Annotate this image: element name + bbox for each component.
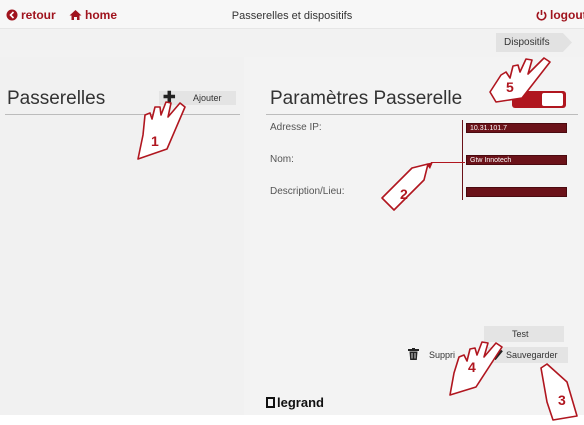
trash-icon bbox=[408, 348, 419, 360]
ip-label: Adresse IP: bbox=[270, 122, 322, 133]
power-icon bbox=[536, 9, 547, 21]
divider bbox=[5, 114, 240, 115]
name-label: Nom: bbox=[270, 154, 294, 165]
brand-label: legrand bbox=[277, 395, 324, 410]
pointer-hand-icon bbox=[133, 97, 191, 162]
logout-link[interactable]: logout bbox=[536, 8, 584, 22]
name-field[interactable]: Gtw Innotech bbox=[466, 155, 567, 165]
logout-label: logout bbox=[550, 8, 584, 22]
ip-field[interactable]: 10.31.101.7 bbox=[466, 123, 567, 133]
gateways-title: Passerelles bbox=[7, 88, 106, 109]
save-label: Sauvegarder bbox=[506, 350, 558, 360]
gateways-panel: Passerelles ✚ Ajouter bbox=[0, 57, 244, 415]
callout-4: 4 bbox=[468, 359, 476, 375]
pointer-hand-icon bbox=[484, 52, 554, 104]
settings-title: Paramètres Passerelle bbox=[270, 88, 463, 109]
legrand-logo: legrand bbox=[266, 395, 324, 410]
bottom-strip bbox=[0, 415, 584, 425]
add-label: Ajouter bbox=[193, 93, 222, 103]
top-bar: retour home Passerelles et dispositifs l… bbox=[0, 0, 584, 29]
pointer-hand-icon bbox=[446, 339, 506, 397]
callout-1: 1 bbox=[151, 133, 159, 149]
page-title: Passerelles et dispositifs bbox=[231, 10, 353, 22]
description-field[interactable] bbox=[466, 187, 567, 197]
pointer-line bbox=[431, 162, 465, 163]
divider bbox=[266, 114, 578, 115]
callout-2: 2 bbox=[400, 186, 408, 202]
gateway-settings-panel: Paramètres Passerelle Adresse IP: 10.31.… bbox=[244, 57, 584, 415]
callout-3: 3 bbox=[558, 392, 566, 408]
tab-dispositifs[interactable]: Dispositifs bbox=[496, 33, 572, 52]
test-label: Test bbox=[512, 329, 529, 339]
field-marker-line bbox=[462, 120, 463, 200]
description-label: Description/Lieu: bbox=[270, 186, 345, 197]
callout-5: 5 bbox=[506, 79, 514, 95]
